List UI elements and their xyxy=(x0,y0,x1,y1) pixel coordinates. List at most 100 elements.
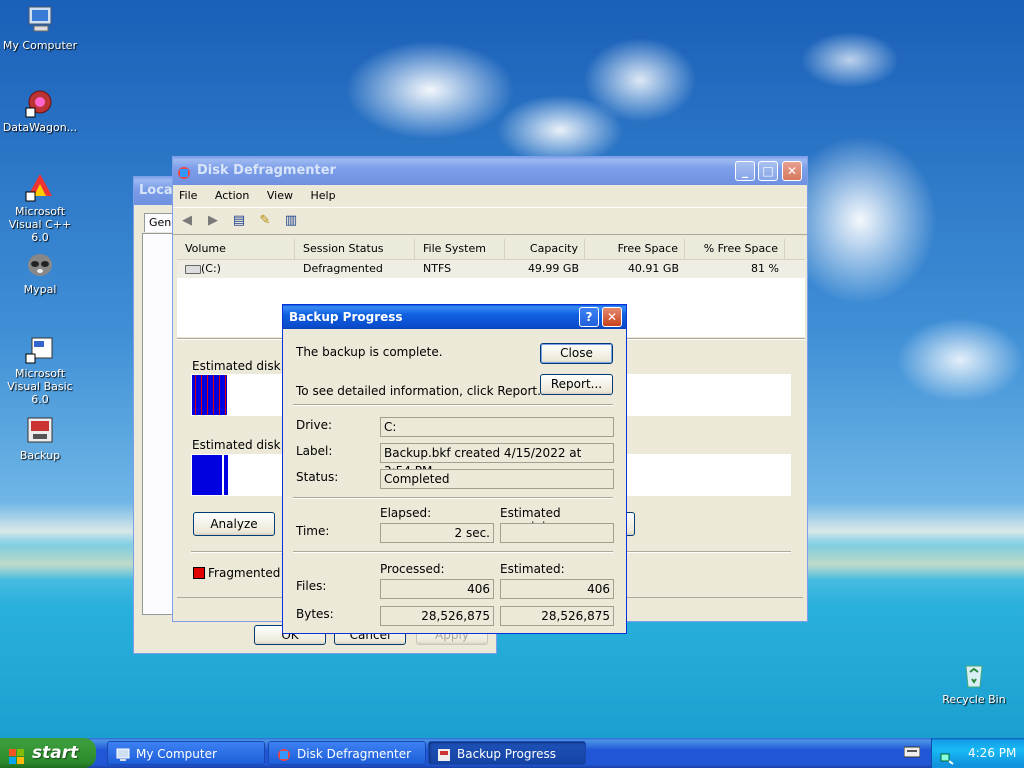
separator-3 xyxy=(293,551,613,553)
desktop-icon-backup[interactable]: Backup xyxy=(0,414,80,462)
desktop-icon-label: Backup xyxy=(19,449,61,462)
close-button[interactable]: Close xyxy=(540,343,613,364)
bytes-label: Bytes: xyxy=(296,607,334,621)
back-arrow-icon[interactable]: ◀ xyxy=(179,214,195,228)
analyze-label: Analyze xyxy=(210,517,258,531)
desktop-icon-datawagon[interactable]: DataWagon... xyxy=(0,86,80,134)
backup-title: Backup Progress xyxy=(289,310,403,324)
files-estimated-field: 406 xyxy=(500,579,614,599)
cell-pct-free: 81 % xyxy=(751,262,779,275)
network-tray-icon[interactable] xyxy=(940,746,954,765)
computer-icon xyxy=(116,746,130,770)
close-dialog-button[interactable]: ✕ xyxy=(602,307,622,327)
desktop-icon-label: My Computer xyxy=(2,39,78,52)
drive-label: Drive: xyxy=(296,418,333,432)
show-hide-console-tree-icon[interactable]: ▤ xyxy=(231,214,247,228)
defrag-app-icon xyxy=(177,163,191,179)
mypal-icon xyxy=(24,248,56,280)
backup-icon xyxy=(437,746,451,770)
bytes-estimated-field: 28,526,875 xyxy=(500,606,614,626)
visual-basic-icon xyxy=(24,332,56,364)
col-file-system[interactable]: File System xyxy=(415,239,505,259)
help-button[interactable]: ? xyxy=(579,307,599,327)
desktop-icon-visual-cpp[interactable]: Microsoft Visual C++ 6.0 xyxy=(0,170,80,244)
separator-2 xyxy=(293,497,613,499)
separator-1 xyxy=(293,404,613,406)
defrag-menubar: File Action View Help xyxy=(173,185,807,207)
drive-field: C: xyxy=(380,417,614,437)
taskbar-item-label: Disk Defragmenter xyxy=(297,747,412,761)
desktop-icon-label: Microsoft Visual C++ 6.0 xyxy=(8,205,72,244)
backup-message: The backup is complete. xyxy=(296,345,443,359)
backup-icon xyxy=(24,414,56,446)
volume-name: (C:) xyxy=(201,262,221,275)
elapsed-field: 2 sec. xyxy=(380,523,494,543)
defrag-titlebar[interactable]: Disk Defragmenter _ □ ✕ xyxy=(173,157,807,185)
properties-tab-panel xyxy=(142,233,174,615)
backup-progress-dialog[interactable]: Backup Progress ? ✕ The backup is comple… xyxy=(282,304,627,634)
start-button[interactable]: start xyxy=(0,738,96,768)
cell-volume: (C:) xyxy=(177,260,295,278)
taskbar-item-label: Backup Progress xyxy=(457,747,557,761)
keyboard-icon[interactable] xyxy=(903,746,921,758)
show-hide-action-pane-icon[interactable]: ▥ xyxy=(283,214,299,228)
forward-arrow-icon[interactable]: ▶ xyxy=(205,214,221,228)
system-tray: 4:26 PM xyxy=(931,738,1024,768)
backup-titlebar[interactable]: Backup Progress ? ✕ xyxy=(283,305,626,329)
status-field: Completed xyxy=(380,469,614,489)
elapsed-label: Elapsed: xyxy=(380,506,432,520)
menu-view[interactable]: View xyxy=(267,189,293,202)
desktop-icon-mypal[interactable]: Mypal xyxy=(0,248,80,296)
files-label: Files: xyxy=(296,579,327,593)
col-free-space[interactable]: Free Space xyxy=(585,239,685,259)
start-label: start xyxy=(32,743,79,763)
est-after-usage xyxy=(192,455,222,495)
files-processed-field: 406 xyxy=(380,579,494,599)
col-volume[interactable]: Volume xyxy=(177,239,295,259)
visual-cpp-icon xyxy=(24,170,56,202)
label-label: Label: xyxy=(296,444,333,458)
volume-list-header: Volume Session Status File System Capaci… xyxy=(177,239,805,260)
desktop-icon-recycle-bin[interactable]: Recycle Bin xyxy=(934,658,1014,706)
minimize-button[interactable]: _ xyxy=(735,161,755,181)
estimated-label: Estimated: xyxy=(500,562,565,576)
cell-capacity: 49.99 GB xyxy=(527,262,579,275)
col-pct-free[interactable]: % Free Space xyxy=(685,239,785,259)
report-hint: To see detailed information, click Repor… xyxy=(296,384,541,398)
desktop: My Computer DataWagon... Microsoft Visua… xyxy=(0,0,1024,738)
cell-file-system: NTFS xyxy=(423,262,452,275)
col-capacity[interactable]: Capacity xyxy=(505,239,585,259)
taskbar-item-label: My Computer xyxy=(136,747,217,761)
desktop-icon-my-computer[interactable]: My Computer xyxy=(0,4,80,52)
col-session-status[interactable]: Session Status xyxy=(295,239,415,259)
drive-icon xyxy=(185,264,201,274)
desktop-icon-label: DataWagon... xyxy=(2,121,78,134)
desktop-icon-label: Recycle Bin xyxy=(942,693,1006,706)
bytes-processed-field: 28,526,875 xyxy=(380,606,494,626)
desktop-icon-label: Microsoft Visual Basic 6.0 xyxy=(7,367,73,406)
menu-file[interactable]: File xyxy=(179,189,197,202)
taskbar-item-my-computer[interactable]: My Computer xyxy=(107,741,265,765)
close-label: Close xyxy=(560,346,593,360)
desktop-icon-visual-basic[interactable]: Microsoft Visual Basic 6.0 xyxy=(0,332,80,406)
status-label: Status: xyxy=(296,470,339,484)
defrag-toolbar: ◀ ▶ ▤ ✎ ▥ xyxy=(173,207,807,235)
maximize-button[interactable]: □ xyxy=(758,161,778,181)
recycle-bin-icon xyxy=(958,658,990,690)
defrag-app-icon xyxy=(277,746,291,770)
est-after-usage-tail xyxy=(224,455,228,495)
cell-session-status: Defragmented xyxy=(303,262,383,275)
analyze-button[interactable]: Analyze xyxy=(193,512,275,536)
clock[interactable]: 4:26 PM xyxy=(968,738,1016,768)
report-button[interactable]: Report... xyxy=(540,374,613,395)
taskbar-item-disk-defragmenter[interactable]: Disk Defragmenter xyxy=(268,741,426,765)
windows-logo-icon xyxy=(9,745,25,764)
taskbar-item-backup-progress[interactable]: Backup Progress xyxy=(428,741,586,765)
properties-icon[interactable]: ✎ xyxy=(257,214,273,228)
close-window-button[interactable]: ✕ xyxy=(782,161,802,181)
menu-action[interactable]: Action xyxy=(215,189,249,202)
processed-label: Processed: xyxy=(380,562,445,576)
table-row[interactable]: (C:) Defragmented NTFS 49.99 GB 40.91 GB… xyxy=(177,260,805,278)
computer-icon xyxy=(24,4,56,36)
menu-help[interactable]: Help xyxy=(310,189,335,202)
